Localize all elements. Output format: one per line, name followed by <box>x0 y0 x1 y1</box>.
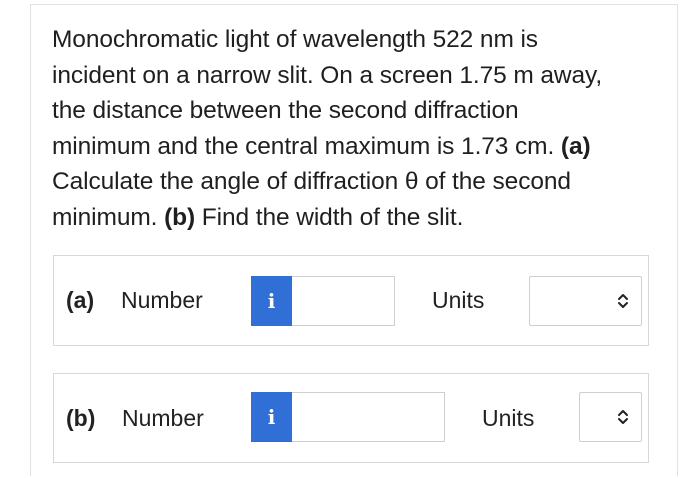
part-a-marker: (a) <box>560 132 591 160</box>
part-b-marker: (b) <box>164 203 196 231</box>
part-a-label: (a) <box>66 287 95 313</box>
question-line-6: minimum. (b) Find the width of the slit. <box>52 200 652 236</box>
answer-row-a: (a) Number i Units <box>53 255 649 346</box>
part-b-units-label: Units <box>482 405 535 431</box>
chevron-up-down-icon <box>618 294 628 308</box>
part-a-units-label: Units <box>432 287 485 313</box>
part-b-units-select[interactable] <box>579 392 642 442</box>
part-b-info-icon[interactable]: i <box>251 392 292 442</box>
question-line-4-text: minimum and the central maximum is 1.73 … <box>52 132 555 160</box>
part-b-label: (b) <box>66 405 96 431</box>
question-line-2: incident on a narrow slit. On a screen 1… <box>52 61 603 89</box>
question-line-1: Monochromatic light of wavelength 522 nm… <box>52 26 538 53</box>
part-b-number-input[interactable] <box>292 392 445 442</box>
question-line-3: the distance between the second diffract… <box>52 97 519 124</box>
part-a-info-icon[interactable]: i <box>251 276 292 326</box>
question-line-6-tail: Find the width of the slit. <box>201 203 464 231</box>
question-line-4: minimum and the central maximum is 1.73 … <box>52 129 652 165</box>
part-a-number-label: Number <box>121 287 203 313</box>
answer-row-b: (b) Number i Units <box>53 373 649 463</box>
part-b-number-label: Number <box>122 405 204 431</box>
question-text: Monochromatic light of wavelength 522 nm… <box>52 22 652 235</box>
question-line-6-text: minimum. <box>52 203 158 231</box>
part-a-units-select[interactable] <box>529 276 642 326</box>
question-line-5: Calculate the angle of diffraction θ of … <box>52 168 571 195</box>
part-a-number-input[interactable] <box>292 276 395 326</box>
chevron-up-down-icon <box>618 410 628 424</box>
